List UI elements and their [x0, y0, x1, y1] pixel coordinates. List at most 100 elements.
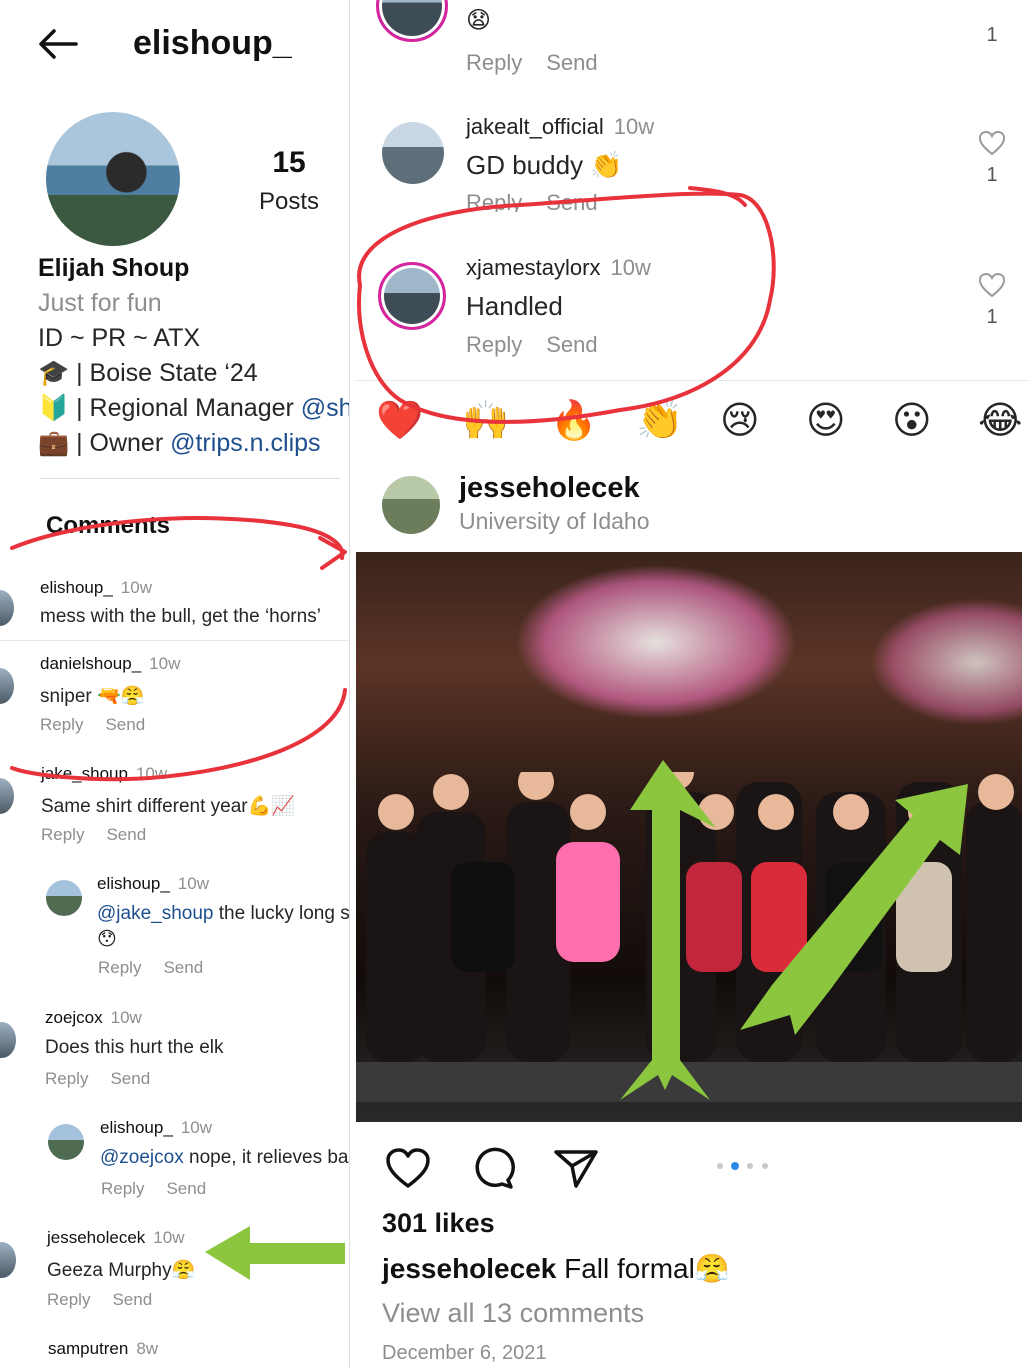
posts-count[interactable]: 15	[258, 146, 320, 180]
comment-like-heart-icon[interactable]	[978, 130, 1006, 156]
comment-username[interactable]: jakealt_official	[466, 114, 604, 139]
reply-button[interactable]: Reply	[466, 50, 522, 75]
emoji-heart-button[interactable]: ❤️	[376, 399, 423, 443]
commenter-avatar[interactable]	[46, 880, 82, 916]
send-button[interactable]: Send	[110, 1069, 150, 1088]
emoji-crying-button[interactable]: 😢	[720, 399, 760, 443]
emoji-clap-button[interactable]: 👏	[636, 399, 683, 443]
send-button[interactable]: Send	[112, 1290, 152, 1309]
commenter-avatar[interactable]	[0, 1022, 16, 1058]
post-panel: jesseholecek University of Idaho 301 lik…	[356, 458, 1028, 1368]
comment-time: 10w	[120, 578, 152, 597]
comment-username[interactable]: elishoup_	[97, 874, 170, 893]
emoji-laughing-button[interactable]: 😂	[978, 399, 1022, 443]
comment-mention-link[interactable]: @jake_shoup	[97, 903, 213, 924]
comment-header: elishoup_ 10w	[40, 578, 152, 598]
comment-username[interactable]: zoejcox	[45, 1008, 103, 1027]
comment-actions: Reply Send	[45, 1069, 150, 1089]
view-all-comments-link[interactable]: View all 13 comments	[382, 1298, 644, 1329]
profile-avatar[interactable]	[46, 112, 180, 246]
bio-owner-mention-link[interactable]: @trips.n.clips	[170, 429, 320, 457]
post-date: December 6, 2021	[382, 1342, 547, 1364]
commenter-avatar[interactable]	[382, 122, 444, 184]
send-button[interactable]: Send	[166, 1179, 206, 1198]
comment-text: Does this hurt the elk	[45, 1037, 224, 1058]
comment-username[interactable]: elishoup_	[100, 1118, 173, 1137]
heart-icon[interactable]	[384, 1146, 432, 1190]
commenter-avatar[interactable]	[0, 668, 14, 704]
post-photo[interactable]	[356, 552, 1022, 1122]
bio-school-text: | Boise State ‘24	[69, 359, 258, 387]
comment-username[interactable]: samputren	[48, 1339, 128, 1358]
post-location[interactable]: University of Idaho	[459, 508, 649, 535]
comment-mention-link[interactable]: @zoejcox	[100, 1147, 184, 1168]
posts-label[interactable]: Posts	[248, 188, 330, 216]
emoji-fire-button[interactable]: 🔥	[550, 399, 597, 443]
divider	[40, 478, 340, 479]
comment-body: nope, it relieves ba	[183, 1147, 349, 1168]
comment-time: 10w	[180, 1118, 212, 1137]
comment-actions: Reply Send	[466, 190, 598, 212]
send-button[interactable]: Send	[546, 190, 597, 212]
post-author-avatar[interactable]	[382, 476, 440, 534]
comment-time: 10w	[149, 654, 181, 673]
comment-actions: Reply Send	[101, 1179, 206, 1199]
comment-username[interactable]: jake_shoup	[41, 764, 128, 783]
likes-count[interactable]: 301 likes	[382, 1208, 495, 1239]
comment-text: sniper 🔫😤	[40, 686, 145, 707]
comment-header: samputren 8w	[48, 1339, 158, 1359]
comment-time: 10w	[110, 1008, 142, 1027]
commenter-avatar[interactable]	[0, 778, 14, 814]
comment-username[interactable]: jesseholecek	[47, 1228, 145, 1247]
comment-like-heart-icon[interactable]	[978, 272, 1006, 298]
send-button[interactable]: Send	[546, 50, 597, 75]
commenter-avatar[interactable]	[376, 0, 448, 42]
reply-button[interactable]: Reply	[47, 1290, 90, 1309]
bio-job-mention-link[interactable]: @sh	[301, 394, 349, 422]
profile-handle: elishoup_	[133, 24, 292, 62]
comment-text: GD buddy 👏	[466, 150, 623, 180]
post-caption: jesseholecek Fall formal😤	[382, 1252, 730, 1285]
commenter-avatar[interactable]	[378, 262, 446, 330]
comment-username[interactable]: xjamestaylorx	[466, 255, 600, 280]
comment-header: jakealt_official 10w	[466, 114, 654, 140]
send-button[interactable]: Send	[106, 825, 146, 844]
emoji-heart-eyes-button[interactable]: 😍	[806, 399, 846, 443]
comment-divider	[0, 640, 349, 641]
beginner-badge-icon: 🔰	[38, 394, 70, 422]
reply-button[interactable]: Reply	[41, 825, 84, 844]
comment-time: 10w	[613, 114, 655, 139]
comment-icon[interactable]	[468, 1146, 516, 1190]
comment-actions: Reply Send	[40, 715, 145, 735]
comment-thread-panel: 😧 Reply Send 1 jakealt_official 10w GD bud…	[356, 0, 1028, 458]
caption-text: Fall formal😤	[556, 1253, 730, 1284]
reply-button[interactable]: Reply	[40, 715, 83, 734]
comment-text: Same shirt different year💪📈	[41, 796, 295, 817]
comment-username[interactable]: danielshoup_	[40, 654, 141, 673]
carousel-dots	[717, 1162, 768, 1170]
comment-like-count: 1	[986, 24, 998, 46]
commenter-avatar[interactable]	[0, 590, 14, 626]
commenter-avatar[interactable]	[48, 1124, 84, 1160]
emoji-raised-hands-button[interactable]: 🙌	[462, 399, 509, 443]
send-button[interactable]: Send	[163, 958, 203, 977]
reply-button[interactable]: Reply	[101, 1179, 144, 1198]
bio-school: 🎓 | Boise State ‘24	[38, 359, 258, 388]
commenter-avatar[interactable]	[0, 1242, 16, 1278]
reply-button[interactable]: Reply	[98, 958, 141, 977]
back-arrow-icon[interactable]	[36, 26, 80, 62]
comment-actions: Reply Send	[466, 332, 598, 358]
emoji-surprised-button[interactable]: 😮	[892, 399, 932, 443]
send-button[interactable]: Send	[546, 332, 597, 357]
reply-button[interactable]: Reply	[466, 190, 522, 212]
send-button[interactable]: Send	[105, 715, 145, 734]
comment-username[interactable]: elishoup_	[40, 578, 113, 597]
post-author-username[interactable]: jesseholecek	[459, 472, 640, 505]
comment-time: 10w	[177, 874, 209, 893]
comment-like-count: 1	[986, 164, 998, 186]
reply-button[interactable]: Reply	[466, 332, 522, 357]
send-icon[interactable]	[552, 1146, 600, 1190]
caption-username[interactable]: jesseholecek	[382, 1253, 556, 1284]
comment-header: jesseholecek 10w	[47, 1228, 184, 1248]
reply-button[interactable]: Reply	[45, 1069, 88, 1088]
